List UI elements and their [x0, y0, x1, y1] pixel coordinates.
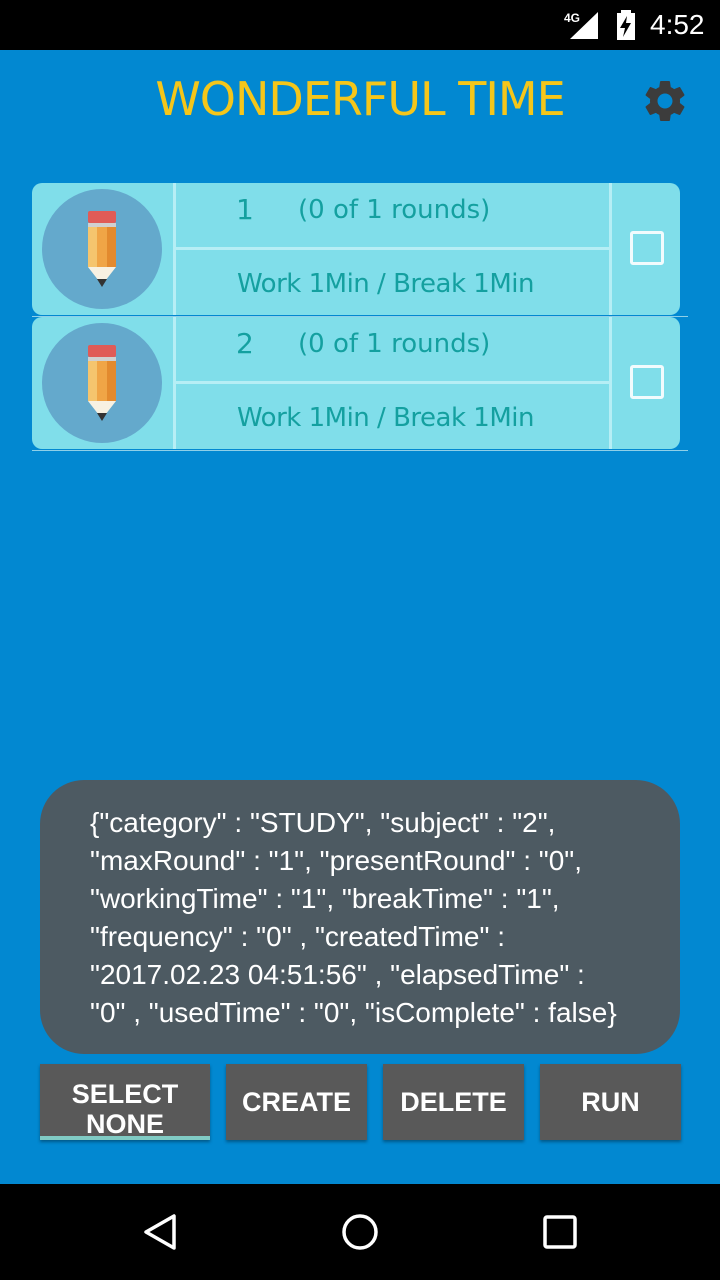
pencil-icon: [88, 345, 116, 421]
task-checkbox[interactable]: [630, 231, 664, 265]
task-row[interactable]: 2 (0 of 1 rounds) Work 1Min / Break 1Min: [32, 317, 680, 449]
signal-icon: [570, 12, 598, 39]
delete-button[interactable]: DELETE: [383, 1064, 524, 1140]
pencil-icon: [88, 211, 116, 287]
task-timing: Work 1Min / Break 1Min: [237, 403, 534, 433]
battery-charging-icon: [617, 10, 635, 40]
back-icon[interactable]: [140, 1212, 180, 1252]
button-underline: [40, 1136, 210, 1140]
task-avatar: [42, 189, 162, 309]
task-checkbox[interactable]: [630, 365, 664, 399]
task-avatar: [42, 323, 162, 443]
status-bar: 4G 4:52: [0, 0, 720, 50]
row-divider-right: [609, 183, 612, 315]
task-subject: 2: [236, 327, 254, 360]
create-button[interactable]: CREATE: [226, 1064, 367, 1140]
home-icon[interactable]: [340, 1212, 380, 1252]
select-none-button[interactable]: SELECT NONE: [40, 1064, 210, 1140]
navigation-bar: [0, 1184, 720, 1280]
task-rounds: (0 of 1 rounds): [298, 329, 491, 359]
task-timing: Work 1Min / Break 1Min: [237, 269, 534, 299]
row-divider-right: [609, 317, 612, 449]
toast-text: {"category" : "STUDY", "subject" : "2", …: [90, 807, 617, 1028]
status-clock: 4:52: [650, 9, 705, 40]
select-none-label-line2: NONE: [85, 1109, 164, 1139]
task-rounds: (0 of 1 rounds): [298, 195, 491, 225]
gear-icon[interactable]: [640, 76, 690, 126]
app-title: WONDERFUL TIME: [155, 72, 565, 126]
toast-message: {"category" : "STUDY", "subject" : "2", …: [40, 780, 680, 1054]
task-row[interactable]: 1 (0 of 1 rounds) Work 1Min / Break 1Min: [32, 183, 680, 315]
task-subject: 1: [236, 193, 254, 226]
run-button[interactable]: RUN: [540, 1064, 681, 1140]
list-divider: [32, 450, 688, 451]
row-divider-middle: [176, 381, 609, 384]
select-none-label-line1: SELECT: [71, 1079, 179, 1109]
recents-icon[interactable]: [542, 1212, 578, 1252]
row-divider-middle: [176, 247, 609, 250]
